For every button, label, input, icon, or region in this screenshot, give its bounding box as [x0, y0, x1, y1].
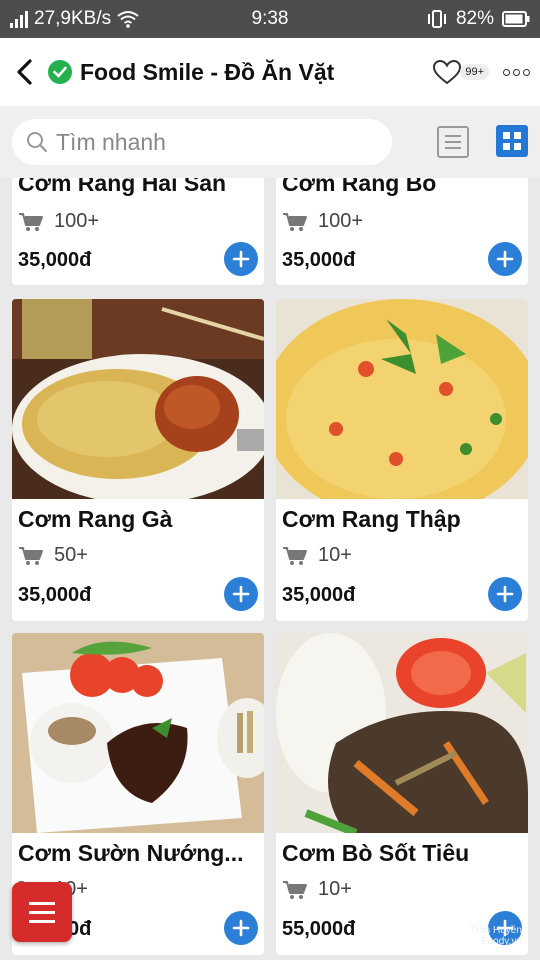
add-to-cart-button[interactable]: [488, 242, 522, 276]
app-header: Food Smile - Đồ Ăn Vặt 99+: [0, 38, 540, 106]
add-to-cart-button[interactable]: [224, 242, 258, 276]
page-title: Food Smile - Đồ Ăn Vặt: [80, 58, 335, 85]
more-options-icon[interactable]: [503, 68, 530, 76]
product-card[interactable]: Cơm Bò Sốt Tiêu 10+ 55,000đ: [276, 633, 528, 955]
order-count: 10+: [318, 544, 352, 566]
product-name: Cơm Rang Gà: [18, 506, 173, 532]
plus-icon: [496, 585, 514, 603]
plus-icon: [232, 919, 250, 937]
product-image: [12, 633, 264, 833]
product-card[interactable]: Cơm Rang Gà 50+ 35,000đ: [12, 299, 264, 621]
watermark: Trần Huyền Foody.vn: [470, 925, 522, 947]
product-image: [12, 299, 264, 499]
add-to-cart-button[interactable]: [488, 577, 522, 611]
search-input[interactable]: [56, 128, 356, 156]
wifi-icon: [117, 11, 139, 28]
order-count: 100+: [318, 210, 364, 232]
chevron-left-icon: [17, 59, 32, 85]
product-name: Cơm Sườn Nướng...: [18, 840, 244, 866]
product-image: [276, 299, 528, 499]
verified-check-icon: [48, 60, 72, 84]
battery-percent: 82%: [455, 8, 494, 29]
product-card[interactable]: Cơm Rang Hải Sản 100+ 35,000đ: [12, 178, 264, 285]
favorites-button[interactable]: 99+: [432, 59, 489, 85]
menu-button[interactable]: [12, 882, 72, 942]
favorites-badge: 99+: [460, 64, 489, 80]
cart-icon: [19, 212, 43, 231]
product-price: 55,000đ: [282, 918, 356, 940]
add-to-cart-button[interactable]: [224, 911, 258, 945]
heart-icon: [433, 59, 462, 85]
back-button[interactable]: [10, 52, 38, 92]
list-view-icon[interactable]: [437, 126, 469, 158]
battery-icon: [502, 11, 530, 27]
order-count: 50+: [54, 544, 88, 566]
product-image: [276, 633, 528, 833]
product-card[interactable]: Cơm Rang Bò 100+ 35,000đ: [276, 178, 528, 285]
product-name: Cơm Bò Sốt Tiêu: [282, 840, 470, 866]
search-row: [0, 106, 540, 178]
search-icon: [27, 132, 48, 153]
signal-icon: [10, 10, 28, 28]
vibrate-icon: [427, 10, 446, 28]
cart-icon: [19, 546, 43, 565]
order-count: 100+: [54, 210, 100, 232]
grid-view-icon[interactable]: [496, 125, 528, 157]
plus-icon: [496, 250, 514, 268]
network-speed: 27,9KB/s: [34, 8, 112, 29]
product-price: 35,000đ: [18, 249, 92, 271]
add-to-cart-button[interactable]: [224, 577, 258, 611]
plus-icon: [232, 250, 250, 268]
product-name: Cơm Rang Bò: [282, 178, 437, 196]
product-name: Cơm Rang Hải Sản: [18, 178, 227, 196]
status-bar: 27,9KB/s 9:38 82%: [0, 0, 540, 38]
cart-icon: [283, 880, 307, 899]
product-price: 35,000đ: [18, 584, 92, 606]
cart-icon: [283, 546, 307, 565]
order-count: 10+: [318, 878, 352, 900]
product-price: 35,000đ: [282, 249, 356, 271]
product-name: Cơm Rang Thập: [282, 506, 461, 532]
product-card[interactable]: Cơm Rang Thập 10+ 35,000đ: [276, 299, 528, 621]
product-grid: Cơm Rang Hải Sản 100+ 35,000đ Cơm Rang B…: [0, 178, 540, 960]
search-box[interactable]: [12, 119, 392, 165]
plus-icon: [232, 585, 250, 603]
cart-icon: [283, 212, 307, 231]
product-price: 35,000đ: [282, 584, 356, 606]
